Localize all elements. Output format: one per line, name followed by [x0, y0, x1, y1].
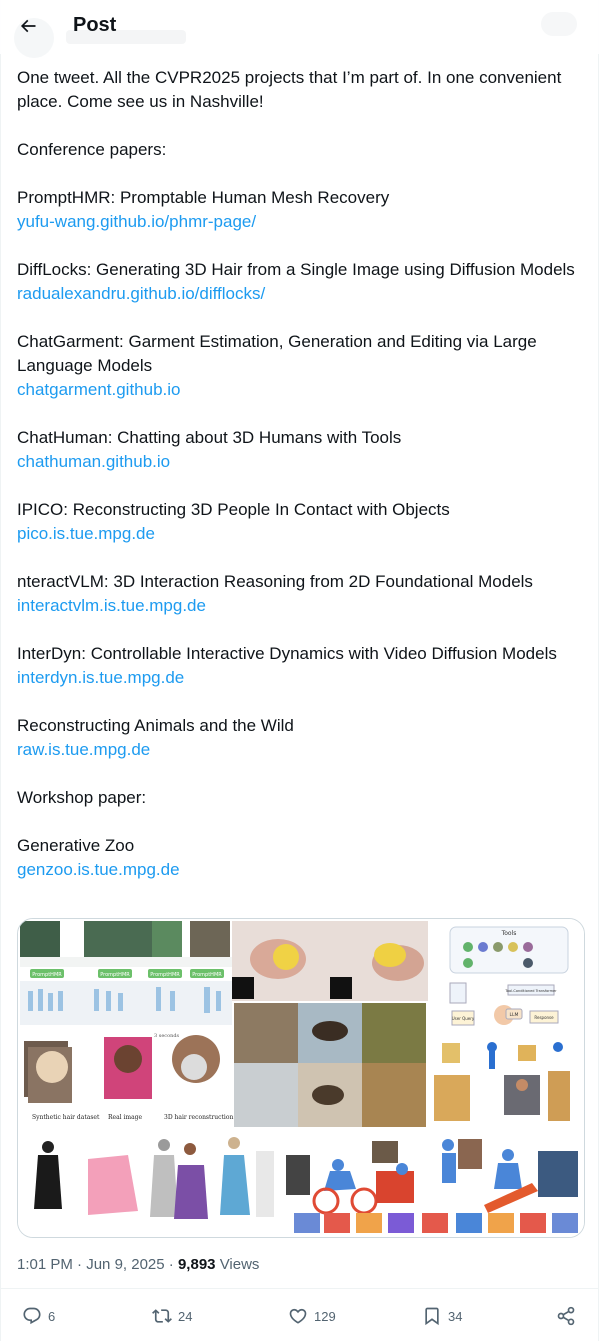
reply-button[interactable]: 6: [22, 1299, 55, 1333]
post-time[interactable]: 1:01 PM: [17, 1256, 73, 1273]
genzoo-strip: [294, 1213, 578, 1233]
paper-title: DiffLocks: Generating 3D Hair from a Sin…: [17, 260, 575, 279]
reply-icon: [23, 1307, 41, 1325]
section-heading-workshop: Workshop paper:: [17, 788, 147, 807]
difflocks-panel: Synthetic hair dataset Real image 3D hai…: [20, 1025, 233, 1129]
prompthmr-panel: PromptHMR PromptHMR PromptHMR PromptHMR: [20, 921, 232, 1025]
views-count: 9,893: [177, 1256, 216, 1273]
paper-link[interactable]: interdyn.is.tue.mpg.de: [17, 666, 587, 690]
prompthmr-badge: PromptHMR: [100, 972, 130, 978]
llm-label: LLM: [510, 1012, 519, 1018]
top-bar: Post: [0, 0, 599, 58]
paper-link[interactable]: chathuman.github.io: [17, 450, 587, 474]
like-count: 129: [314, 1308, 336, 1324]
interdyn-panel: [280, 1131, 582, 1235]
paper-link[interactable]: yufu-wang.github.io/phmr-page/: [17, 210, 587, 234]
divider: [0, 1288, 599, 1289]
paper-title: ChatHuman: Chatting about 3D Humans with…: [17, 428, 402, 447]
share-button[interactable]: [556, 1299, 576, 1333]
post-date[interactable]: Jun 9, 2025: [86, 1256, 164, 1273]
post-meta: 1:01 PM · Jun 9, 2025 · 9,893 Views: [17, 1256, 259, 1273]
paper-link[interactable]: raw.is.tue.mpg.de: [17, 738, 587, 762]
hair-arrow-label: 3 seconds: [154, 1033, 180, 1039]
tools-label: Tools: [501, 930, 517, 937]
like-button[interactable]: 129: [288, 1299, 336, 1333]
bookmark-icon: [425, 1307, 439, 1326]
share-icon: [557, 1306, 575, 1326]
back-button[interactable]: [10, 8, 46, 44]
paper-title: PromptHMR: Promptable Human Mesh Recover…: [17, 188, 390, 207]
media-collage[interactable]: PromptHMR PromptHMR PromptHMR PromptHMR: [17, 918, 585, 1238]
repost-icon: [152, 1309, 172, 1323]
paper-title: InterDyn: Controllable Interactive Dynam…: [17, 644, 557, 663]
section-heading-conference: Conference papers:: [17, 140, 167, 159]
tweet-text: One tweet. All the CVPR2025 projects tha…: [17, 66, 587, 882]
repost-count: 24: [178, 1308, 193, 1324]
interactvlm-panel: [428, 1037, 582, 1131]
reply-count: 6: [48, 1308, 56, 1324]
arrow-left-icon: [20, 19, 36, 33]
paper-link[interactable]: interactvlm.is.tue.mpg.de: [17, 594, 587, 618]
tool-transformer-label: Tool-Conditioned Transformer: [504, 989, 557, 993]
prompthmr-badge: PromptHMR: [150, 972, 180, 978]
tweet-intro: One tweet. All the CVPR2025 projects tha…: [17, 68, 562, 111]
page-title: Post: [73, 14, 117, 36]
hair-caption: 3D hair reconstruction: [164, 1114, 233, 1121]
animals-panel: [234, 1003, 426, 1127]
paper-title: Reconstructing Animals and the Wild: [17, 716, 294, 735]
views-label: Views: [219, 1256, 260, 1273]
meta-separator: ·: [77, 1256, 83, 1273]
bookmark-button[interactable]: 34: [422, 1299, 462, 1333]
hair-caption: Synthetic hair dataset: [32, 1114, 100, 1121]
paper-title: Generative Zoo: [17, 836, 135, 855]
chathuman-panel: Tools Tool-Conditioned Transformer User …: [438, 923, 580, 1035]
paper-link[interactable]: pico.is.tue.mpg.de: [17, 522, 587, 546]
meta-separator: ·: [168, 1256, 174, 1273]
paper-link[interactable]: genzoo.is.tue.mpg.de: [17, 858, 587, 882]
scrolled-button-ghost: [541, 12, 577, 36]
paper-title: IPICO: Reconstructing 3D People In Conta…: [17, 500, 450, 519]
collage-image: PromptHMR PromptHMR PromptHMR PromptHMR: [18, 919, 584, 1237]
hair-caption: Real image: [108, 1114, 142, 1121]
prompthmr-badge: PromptHMR: [192, 972, 222, 978]
bookmark-count: 34: [448, 1308, 463, 1324]
paper-title: nteractVLM: 3D Interaction Reasoning fro…: [17, 572, 533, 591]
paper-link[interactable]: radualexandru.github.io/difflocks/: [17, 282, 587, 306]
prompthmr-badge: PromptHMR: [32, 972, 62, 978]
pico-panel: [232, 921, 428, 1001]
heart-icon: [289, 1308, 307, 1324]
paper-title: ChatGarment: Garment Estimation, Generat…: [17, 332, 537, 375]
paper-link[interactable]: chatgarment.github.io: [17, 378, 587, 402]
user-query-label: User Query: [452, 1016, 475, 1021]
response-label: Response: [534, 1015, 554, 1020]
chatgarment-panel: [20, 1131, 278, 1235]
repost-button[interactable]: 24: [152, 1299, 192, 1333]
action-bar: 6 24 129 34: [0, 1299, 599, 1333]
